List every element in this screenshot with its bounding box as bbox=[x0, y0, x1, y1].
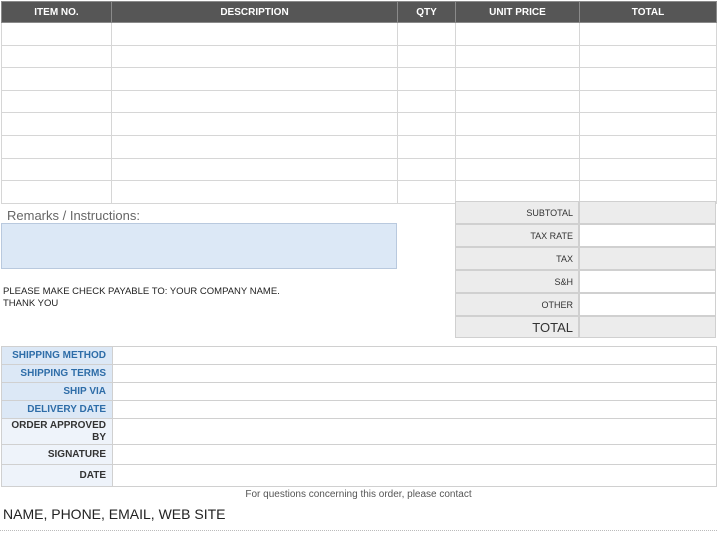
qty-cell[interactable] bbox=[397, 67, 456, 91]
other-input[interactable] bbox=[579, 293, 716, 316]
item-no-cell[interactable] bbox=[1, 112, 112, 136]
tax-rate-input[interactable] bbox=[579, 224, 716, 247]
line-total-cell[interactable] bbox=[579, 180, 717, 204]
header-qty: QTY bbox=[397, 1, 456, 23]
item-no-cell[interactable] bbox=[1, 89, 112, 114]
shipping-row: SIGNATURE bbox=[1, 444, 717, 465]
qty-cell[interactable] bbox=[397, 134, 456, 159]
qty-cell[interactable] bbox=[397, 112, 456, 136]
unit-price-cell[interactable] bbox=[455, 44, 580, 69]
line-total-cell[interactable] bbox=[579, 67, 717, 91]
shipping-row: SHIP VIA bbox=[1, 382, 717, 401]
sh-input[interactable] bbox=[579, 270, 716, 293]
description-cell[interactable] bbox=[111, 112, 398, 136]
description-cell[interactable] bbox=[111, 67, 398, 91]
shipping-row: DATE bbox=[1, 464, 717, 487]
unit-price-cell[interactable] bbox=[455, 134, 580, 159]
remarks-label: Remarks / Instructions: bbox=[7, 208, 140, 223]
subtotal-value bbox=[579, 201, 716, 224]
line-total-cell[interactable] bbox=[579, 134, 717, 159]
date-label: DATE bbox=[1, 464, 113, 487]
tax-value bbox=[579, 247, 716, 270]
unit-price-cell[interactable] bbox=[455, 112, 580, 136]
remarks-field[interactable] bbox=[1, 223, 397, 269]
header-item-no: ITEM NO. bbox=[1, 1, 112, 23]
grand-total-value bbox=[579, 316, 716, 338]
qty-cell[interactable] bbox=[397, 22, 456, 46]
signature-label: SIGNATURE bbox=[1, 444, 113, 465]
shipping-method-label: SHIPPING METHOD bbox=[1, 346, 113, 365]
order-approved-field[interactable] bbox=[112, 418, 717, 445]
items-header-row: ITEM NO. DESCRIPTION QTY UNIT PRICE TOTA… bbox=[1, 1, 717, 23]
qty-cell[interactable] bbox=[397, 157, 456, 182]
delivery-date-label: DELIVERY DATE bbox=[1, 400, 113, 419]
signature-field[interactable] bbox=[112, 444, 717, 465]
items-table: ITEM NO. DESCRIPTION QTY UNIT PRICE TOTA… bbox=[1, 1, 717, 204]
shipping-method-field[interactable] bbox=[112, 346, 717, 365]
other-label: OTHER bbox=[455, 293, 579, 316]
shipping-terms-field[interactable] bbox=[112, 364, 717, 383]
footer-divider bbox=[0, 530, 717, 531]
unit-price-cell[interactable] bbox=[455, 89, 580, 114]
table-row bbox=[1, 22, 717, 46]
qty-cell[interactable] bbox=[397, 44, 456, 69]
shipping-row: SHIPPING TERMS bbox=[1, 364, 717, 383]
unit-price-cell[interactable] bbox=[455, 22, 580, 46]
qty-cell[interactable] bbox=[397, 89, 456, 114]
description-cell[interactable] bbox=[111, 134, 398, 159]
shipping-row: ORDER APPROVED BY bbox=[1, 418, 717, 445]
line-total-cell[interactable] bbox=[579, 157, 717, 182]
item-no-cell[interactable] bbox=[1, 134, 112, 159]
line-total-cell[interactable] bbox=[579, 22, 717, 46]
tax-rate-label: TAX RATE bbox=[455, 224, 579, 247]
unit-price-cell[interactable] bbox=[455, 157, 580, 182]
shipping-row: DELIVERY DATE bbox=[1, 400, 717, 419]
description-cell[interactable] bbox=[111, 22, 398, 46]
tax-label: TAX bbox=[455, 247, 579, 270]
grand-total-label: TOTAL bbox=[455, 316, 579, 338]
ship-via-field[interactable] bbox=[112, 382, 717, 401]
table-row bbox=[1, 44, 717, 69]
ship-via-label: SHIP VIA bbox=[1, 382, 113, 401]
sh-label: S&H bbox=[455, 270, 579, 293]
item-no-cell[interactable] bbox=[1, 157, 112, 182]
delivery-date-field[interactable] bbox=[112, 400, 717, 419]
unit-price-cell[interactable] bbox=[455, 180, 580, 204]
description-cell[interactable] bbox=[111, 157, 398, 182]
qty-cell[interactable] bbox=[397, 180, 456, 204]
shipping-terms-label: SHIPPING TERMS bbox=[1, 364, 113, 383]
item-no-cell[interactable] bbox=[1, 180, 112, 204]
header-total: TOTAL bbox=[579, 1, 717, 23]
header-description: DESCRIPTION bbox=[111, 1, 398, 23]
table-row bbox=[1, 112, 717, 136]
description-cell[interactable] bbox=[111, 44, 398, 69]
contact-note: For questions concerning this order, ple… bbox=[245, 489, 472, 500]
table-row bbox=[1, 134, 717, 159]
shipping-table: SHIPPING METHOD SHIPPING TERMS SHIP VIA … bbox=[1, 346, 717, 487]
table-row bbox=[1, 157, 717, 182]
date-field[interactable] bbox=[112, 464, 717, 487]
description-cell[interactable] bbox=[111, 89, 398, 114]
shipping-row: SHIPPING METHOD bbox=[1, 346, 717, 365]
item-no-cell[interactable] bbox=[1, 67, 112, 91]
payable-line-2: THANK YOU bbox=[3, 298, 59, 309]
header-unit-price: UNIT PRICE bbox=[455, 1, 580, 23]
table-row bbox=[1, 180, 717, 204]
order-approved-label: ORDER APPROVED BY bbox=[1, 418, 113, 445]
line-total-cell[interactable] bbox=[579, 112, 717, 136]
line-total-cell[interactable] bbox=[579, 44, 717, 69]
item-no-cell[interactable] bbox=[1, 44, 112, 69]
subtotal-label: SUBTOTAL bbox=[455, 201, 579, 224]
line-total-cell[interactable] bbox=[579, 89, 717, 114]
unit-price-cell[interactable] bbox=[455, 67, 580, 91]
contact-info: NAME, PHONE, EMAIL, WEB SITE bbox=[3, 506, 226, 522]
description-cell[interactable] bbox=[111, 180, 398, 204]
item-no-cell[interactable] bbox=[1, 22, 112, 46]
payable-line-1: PLEASE MAKE CHECK PAYABLE TO: YOUR COMPA… bbox=[3, 286, 280, 297]
table-row bbox=[1, 89, 717, 114]
table-row bbox=[1, 67, 717, 91]
